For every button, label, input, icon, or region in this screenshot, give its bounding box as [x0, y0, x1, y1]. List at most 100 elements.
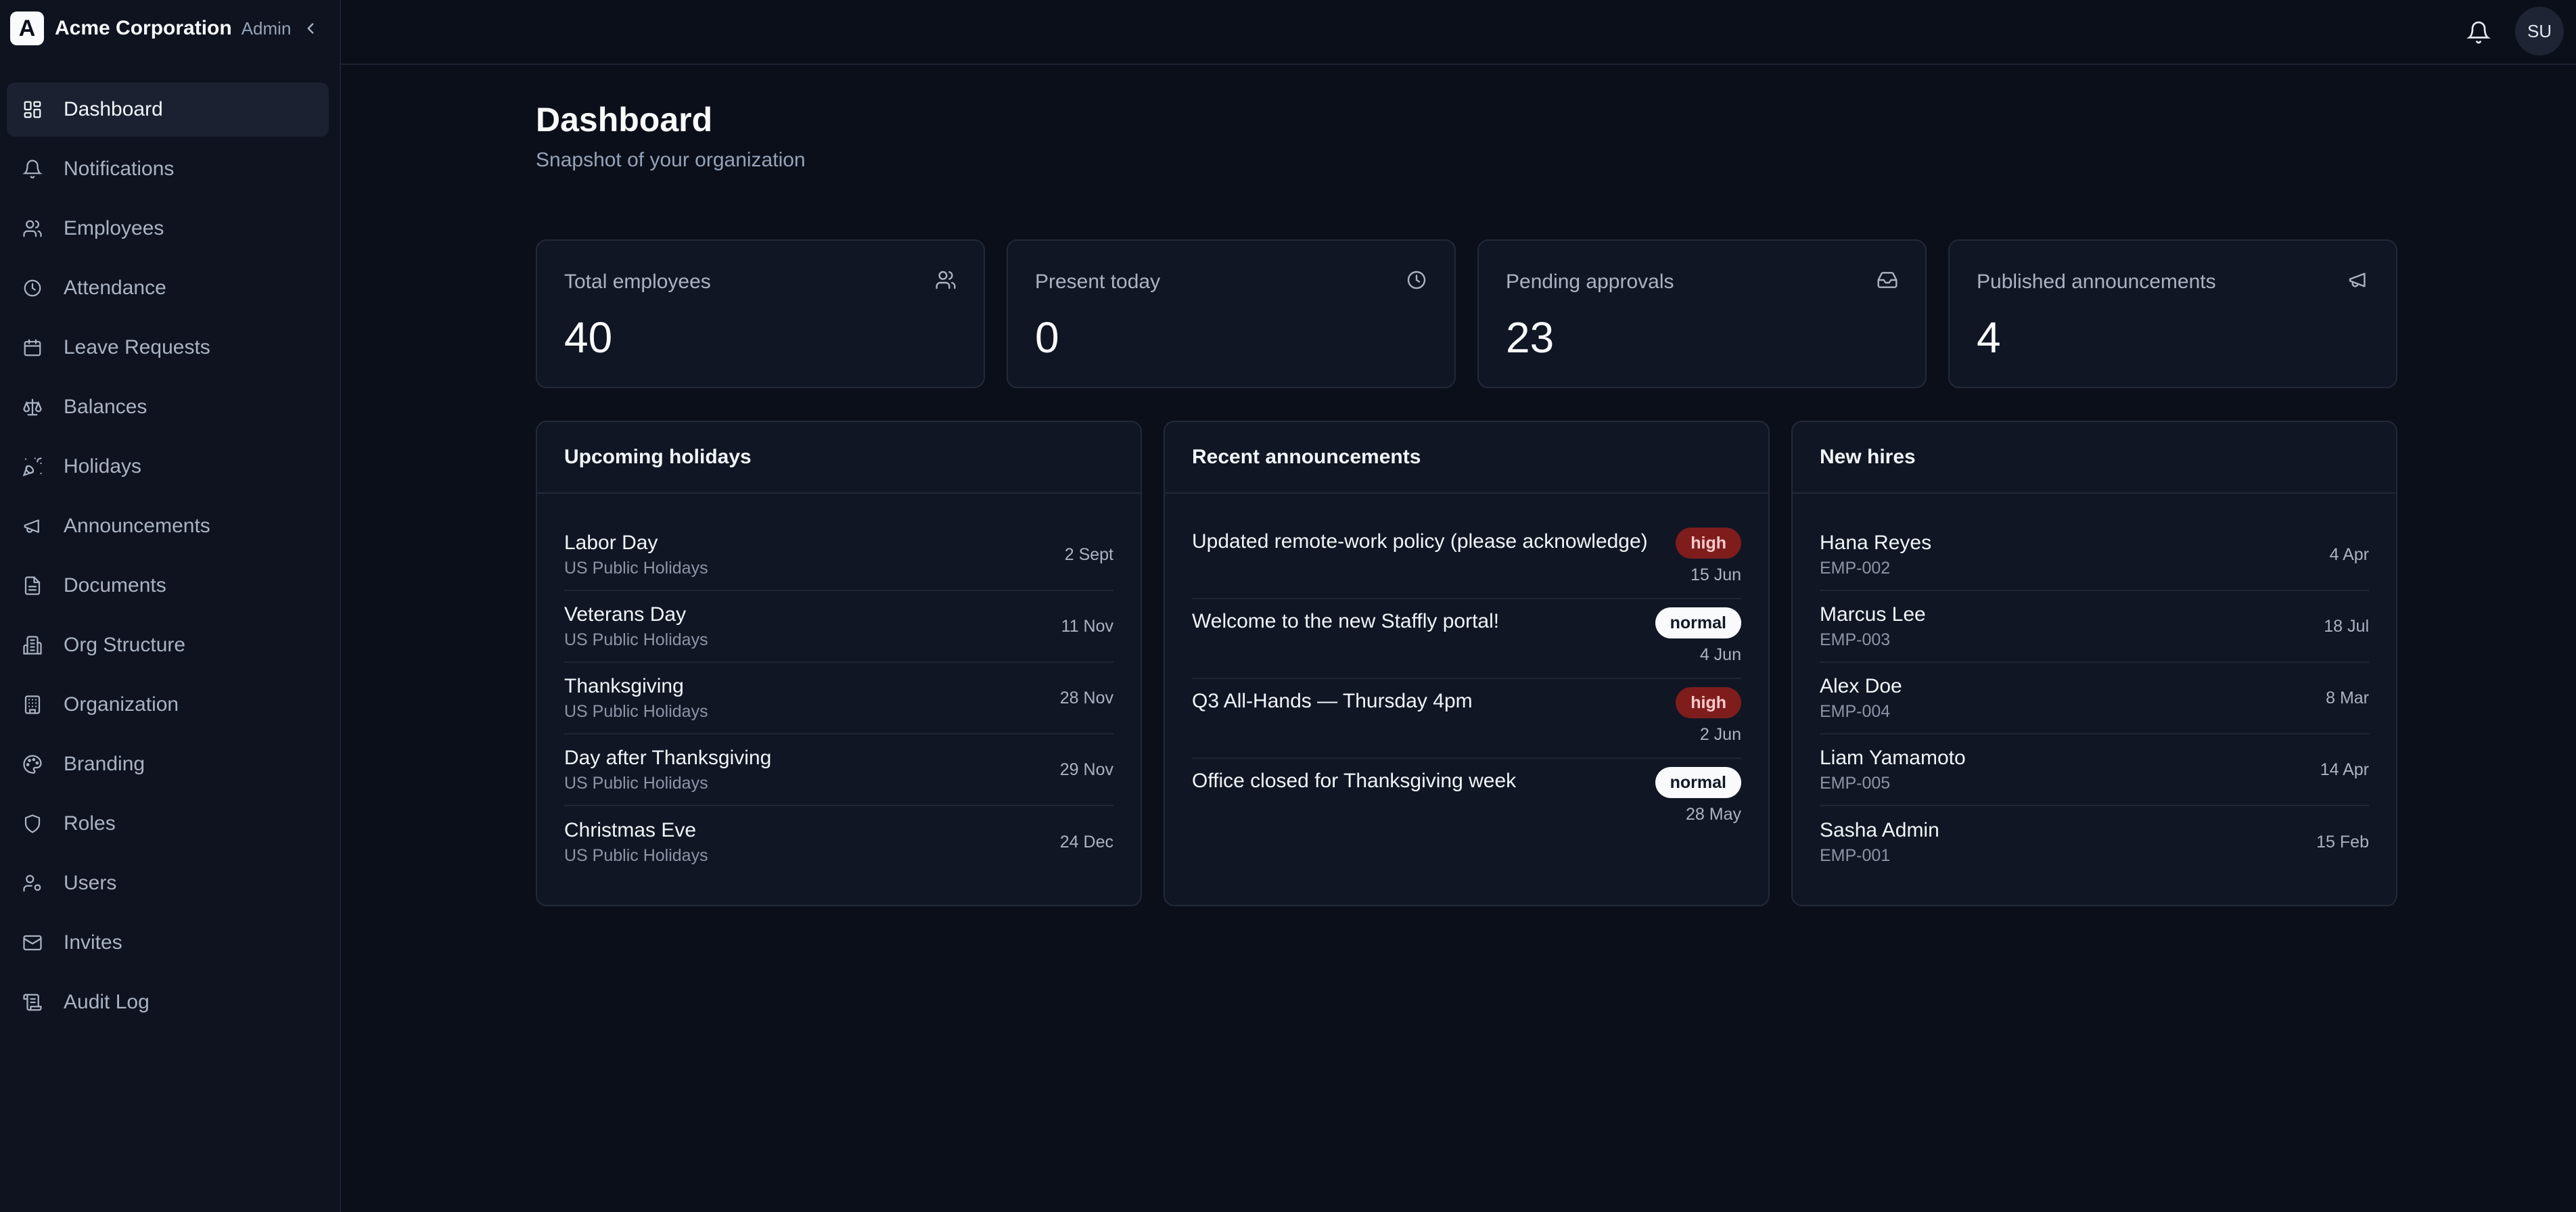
- stat-card-present-today: Present today 0: [1007, 239, 1456, 388]
- chevron-left-icon: [307, 23, 314, 34]
- scroll-icon: [22, 992, 43, 1013]
- sidebar-item-label: Invites: [64, 931, 122, 954]
- holiday-calendar: US Public Holidays: [564, 845, 708, 865]
- stat-value: 4: [1977, 313, 2001, 362]
- stat-label: Published announcements: [1977, 271, 2216, 293]
- priority-badge: high: [1676, 528, 1741, 559]
- priority-badge: normal: [1655, 607, 1741, 638]
- list-item[interactable]: Welcome to the new Staffly portal! norma…: [1192, 599, 1741, 679]
- sidebar-item-notifications[interactable]: Notifications: [7, 142, 329, 196]
- employee-code: EMP-003: [1820, 630, 1891, 649]
- holidays-list: Labor Day US Public Holidays 2 Sept Veter…: [537, 494, 1141, 878]
- announcement-date: 15 Jun: [1690, 565, 1741, 584]
- sidebar-item-leave-requests[interactable]: Leave Requests: [7, 321, 329, 375]
- announcement-date: 28 May: [1686, 805, 1741, 824]
- holiday-calendar: US Public Holidays: [564, 558, 708, 578]
- employee-code: EMP-001: [1820, 845, 1891, 865]
- shield-icon: [22, 813, 43, 835]
- avatar[interactable]: SU: [2515, 7, 2564, 55]
- sidebar-item-announcements[interactable]: Announcements: [7, 499, 329, 553]
- employee-name: Marcus Lee: [1820, 603, 1926, 626]
- list-item[interactable]: Day after Thanksgiving US Public Holidays…: [564, 735, 1113, 806]
- stat-value: 23: [1506, 313, 1555, 362]
- list-item[interactable]: Labor Day US Public Holidays 2 Sept: [564, 519, 1113, 591]
- announcement-title: Q3 All-Hands — Thursday 4pm: [1192, 690, 1473, 712]
- stat-label: Pending approvals: [1506, 271, 1674, 293]
- sidebar-item-holidays[interactable]: Holidays: [7, 440, 329, 494]
- sidebar-item-attendance[interactable]: Attendance: [7, 261, 329, 315]
- list-item[interactable]: Christmas Eve US Public Holidays 24 Dec: [564, 806, 1113, 878]
- megaphone-icon: [2346, 268, 2370, 292]
- sidebar-item-documents[interactable]: Documents: [7, 559, 329, 613]
- collapse-sidebar-button[interactable]: [294, 12, 327, 45]
- announcement-title: Welcome to the new Staffly portal!: [1192, 610, 1500, 632]
- list-item[interactable]: Office closed for Thanksgiving week norm…: [1192, 759, 1741, 839]
- inbox-icon: [1875, 268, 1900, 292]
- sidebar-item-label: Holidays: [64, 455, 142, 477]
- new-hires-panel: New hires Hana Reyes EMP-002 4 Apr Marcus…: [1791, 421, 2397, 906]
- sidebar-item-employees[interactable]: Employees: [7, 202, 329, 256]
- sidebar-item-label: Org Structure: [64, 634, 186, 656]
- list-item[interactable]: Veterans Day US Public Holidays 11 Nov: [564, 591, 1113, 663]
- hire-date: 4 Apr: [2329, 544, 2369, 564]
- hire-date: 8 Mar: [2326, 688, 2369, 707]
- clock-icon: [1404, 268, 1429, 292]
- user-cog-icon: [22, 872, 43, 894]
- list-item[interactable]: Alex Doe EMP-004 8 Mar: [1820, 663, 2369, 735]
- sidebar-item-org-structure[interactable]: Org Structure: [7, 618, 329, 672]
- sidebar-item-label: Organization: [64, 693, 179, 716]
- sidebar-item-organization[interactable]: Organization: [7, 678, 329, 732]
- bell-icon: [22, 158, 43, 180]
- panel-title: Upcoming holidays: [537, 422, 1141, 494]
- list-item[interactable]: Q3 All-Hands — Thursday 4pm high 2 Jun: [1192, 679, 1741, 759]
- file-icon: [22, 575, 43, 597]
- sidebar-item-label: Leave Requests: [64, 336, 210, 358]
- panel-title: Recent announcements: [1165, 422, 1768, 494]
- brand: A Acme Corporation Admin: [10, 9, 328, 47]
- sidebar-item-branding[interactable]: Branding: [7, 737, 329, 791]
- page-title: Dashboard: [536, 101, 713, 139]
- sidebar-item-label: Employees: [64, 217, 164, 239]
- holiday-date: 29 Nov: [1059, 760, 1113, 779]
- sidebar-item-label: Users: [64, 872, 117, 894]
- holiday-date: 24 Dec: [1059, 832, 1113, 852]
- sidebar-item-label: Attendance: [64, 277, 166, 299]
- holiday-name: Thanksgiving: [564, 674, 684, 697]
- mail-icon: [22, 932, 43, 954]
- building-icon: [22, 634, 43, 656]
- list-item[interactable]: Sasha Admin EMP-001 15 Feb: [1820, 806, 2369, 878]
- brand-name: Acme Corporation: [55, 17, 232, 39]
- sidebar-item-users[interactable]: Users: [7, 856, 329, 910]
- list-item[interactable]: Marcus Lee EMP-003 18 Jul: [1820, 591, 2369, 663]
- sidebar-item-label: Documents: [64, 574, 166, 597]
- sidebar-item-roles[interactable]: Roles: [7, 797, 329, 851]
- megaphone-icon: [22, 515, 43, 537]
- priority-badge: high: [1676, 687, 1741, 718]
- employee-name: Sasha Admin: [1820, 818, 1939, 841]
- sidebar-item-invites[interactable]: Invites: [7, 916, 329, 970]
- sidebar-item-balances[interactable]: Balances: [7, 380, 329, 434]
- stat-label: Total employees: [564, 271, 711, 293]
- list-item[interactable]: Liam Yamamoto EMP-005 14 Apr: [1820, 735, 2369, 806]
- employee-name: Hana Reyes: [1820, 531, 1932, 554]
- palette-icon: [22, 753, 43, 775]
- list-item[interactable]: Thanksgiving US Public Holidays 28 Nov: [564, 663, 1113, 735]
- employee-code: EMP-002: [1820, 558, 1891, 578]
- brand-role: Admin: [241, 18, 292, 39]
- employee-code: EMP-004: [1820, 701, 1891, 721]
- sidebar-item-audit-log[interactable]: Audit Log: [7, 975, 329, 1029]
- notifications-button[interactable]: [2458, 12, 2499, 53]
- users-icon: [934, 268, 958, 292]
- list-item[interactable]: Updated remote-work policy (please ackno…: [1192, 519, 1741, 599]
- employee-name: Liam Yamamoto: [1820, 746, 1966, 769]
- list-item[interactable]: Hana Reyes EMP-002 4 Apr: [1820, 519, 2369, 591]
- sidebar-item-label: Notifications: [64, 158, 175, 180]
- top-bar: SU: [341, 0, 2576, 65]
- users-icon: [22, 218, 43, 239]
- bell-icon: [2466, 21, 2491, 44]
- priority-badge: normal: [1655, 767, 1741, 798]
- stat-card-pending-approvals: Pending approvals 23: [1477, 239, 1927, 388]
- sidebar-item-label: Announcements: [64, 515, 210, 537]
- clock-icon: [22, 277, 43, 299]
- sidebar-item-dashboard[interactable]: Dashboard: [7, 83, 329, 137]
